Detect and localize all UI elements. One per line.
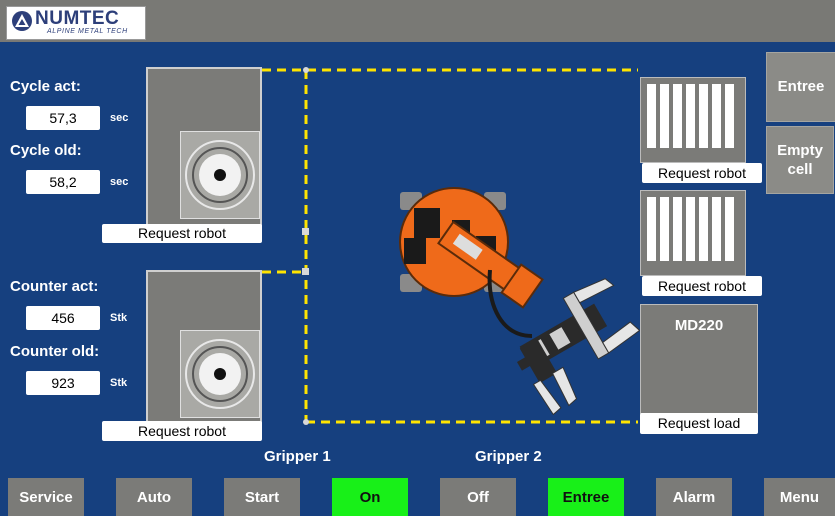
spindle-1 — [180, 131, 260, 219]
off-button[interactable]: Off — [440, 478, 516, 516]
rack-1-request-robot[interactable]: Request robot — [642, 163, 762, 183]
md220-request-load[interactable]: Request load — [640, 413, 758, 434]
start-button[interactable]: Start — [224, 478, 300, 516]
machine-2-request-robot[interactable]: Request robot — [102, 421, 262, 441]
spindle-chuck-icon — [185, 140, 255, 210]
spindle-2 — [180, 330, 260, 418]
rack-2-request-robot[interactable]: Request robot — [642, 276, 762, 296]
menu-button[interactable]: Menu — [764, 478, 835, 516]
machine-2[interactable] — [146, 270, 262, 424]
md220-station[interactable]: MD220 — [640, 304, 758, 414]
service-button[interactable]: Service — [8, 478, 84, 516]
rack-1[interactable] — [640, 77, 746, 163]
empty-cell-button[interactable]: Empty cell — [766, 126, 834, 194]
empty-cell-label: Empty cell — [777, 142, 828, 178]
robot-arm-icon — [399, 187, 641, 416]
machine-1-request-robot[interactable]: Request robot — [102, 224, 262, 243]
auto-button[interactable]: Auto — [116, 478, 192, 516]
rack-slots-icon — [641, 191, 745, 275]
hmi-screen: NUMTEC ALPINE METAL TECH Cycle act: 57,3… — [0, 0, 835, 516]
entree-side-button[interactable]: Entree — [766, 52, 835, 122]
entree-button[interactable]: Entree — [548, 478, 624, 516]
gripper-1-label: Gripper 1 — [264, 448, 331, 465]
on-button[interactable]: On — [332, 478, 408, 516]
machine-1[interactable] — [146, 67, 262, 231]
rack-2[interactable] — [640, 190, 746, 276]
alarm-button[interactable]: Alarm — [656, 478, 732, 516]
rack-slots-icon — [641, 78, 745, 162]
gripper-2-label: Gripper 2 — [475, 448, 542, 465]
md220-label: MD220 — [674, 317, 724, 334]
spindle-chuck-icon — [185, 339, 255, 409]
